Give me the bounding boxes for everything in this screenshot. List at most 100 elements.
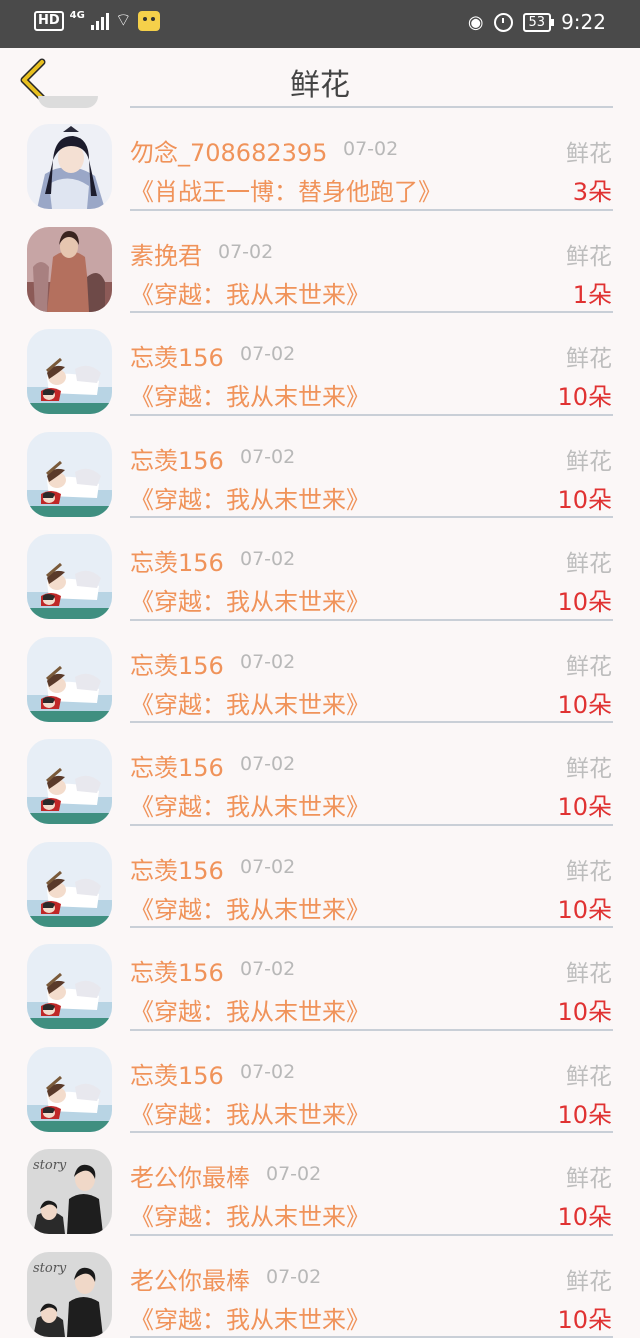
gift-type: 鲜花	[566, 1262, 612, 1296]
list-item-2[interactable]: 素挽君 07-02 鲜花 《穿越：我从末世来》 1朵	[0, 211, 640, 314]
date-label: 07-02	[240, 958, 295, 980]
avatar[interactable]	[27, 1047, 112, 1132]
date-label: 07-02	[240, 856, 295, 878]
battery-level: 53	[529, 15, 546, 30]
signal-icon	[91, 12, 109, 30]
gift-type: 鲜花	[566, 134, 612, 168]
status-bar: HD 4G ⌔ ◉ 53 9:22	[0, 0, 640, 48]
list-item-4[interactable]: 忘羡156 07-02 鲜花 《穿越：我从末世来》 10朵	[0, 416, 640, 519]
wifi-icon: ⌔	[115, 12, 132, 30]
flower-count: 10朵	[557, 1300, 612, 1335]
avatar[interactable]	[27, 944, 112, 1029]
flower-count: 1朵	[573, 275, 612, 310]
status-left: HD 4G ⌔	[34, 11, 160, 31]
gift-type: 鲜花	[566, 442, 612, 476]
book-title[interactable]: 《穿越：我从末世来》	[130, 1095, 370, 1130]
flower-count: 10朵	[557, 1197, 612, 1232]
user-name[interactable]: 老公你最棒	[130, 1261, 250, 1296]
list-item-10[interactable]: 忘羡156 07-02 鲜花 《穿越：我从末世来》 10朵	[0, 1031, 640, 1134]
date-label: 07-02	[240, 753, 295, 775]
gift-type: 鲜花	[566, 544, 612, 578]
flower-count: 10朵	[557, 1095, 612, 1130]
book-title[interactable]: 《肖战王一博：替身他跑了》	[130, 172, 442, 207]
list-item-12[interactable]: story 老公你最棒 07-02 鲜花 《穿越：我从末世来》 10朵	[0, 1236, 640, 1338]
hd-badge: HD	[34, 11, 64, 31]
flower-count: 10朵	[557, 787, 612, 822]
avatar[interactable]	[27, 739, 112, 824]
book-title[interactable]: 《穿越：我从末世来》	[130, 685, 370, 720]
book-title[interactable]: 《穿越：我从末世来》	[130, 480, 370, 515]
book-title[interactable]: 《穿越：我从末世来》	[130, 275, 370, 310]
battery-icon: 53	[523, 13, 552, 32]
user-name[interactable]: 忘羡156	[130, 646, 224, 681]
avatar[interactable]: story	[27, 1149, 112, 1234]
date-label: 07-02	[240, 446, 295, 468]
status-right: ◉ 53 9:22	[468, 10, 606, 34]
clock: 9:22	[561, 10, 606, 34]
eye-icon: ◉	[468, 12, 484, 33]
list-item-11[interactable]: story 老公你最棒 07-02 鲜花 《穿越：我从末世来》 10朵	[0, 1133, 640, 1236]
user-name[interactable]: 素挽君	[130, 236, 202, 271]
user-name[interactable]: 勿念_708682395	[130, 133, 327, 168]
network-type: 4G	[70, 10, 85, 21]
user-name[interactable]: 忘羡156	[130, 748, 224, 783]
user-name[interactable]: 忘羡156	[130, 1056, 224, 1091]
wechat-icon	[138, 11, 160, 31]
gift-type: 鲜花	[566, 647, 612, 681]
book-title[interactable]: 《穿越：我从末世来》	[130, 582, 370, 617]
flower-count: 10朵	[557, 377, 612, 412]
flower-count: 10朵	[557, 890, 612, 925]
user-name[interactable]: 老公你最棒	[130, 1158, 250, 1193]
avatar[interactable]: story	[27, 1252, 112, 1337]
list-item-9[interactable]: 忘羡156 07-02 鲜花 《穿越：我从末世来》 10朵	[0, 928, 640, 1031]
gift-type: 鲜花	[566, 1057, 612, 1091]
user-name[interactable]: 忘羡156	[130, 953, 224, 988]
date-label: 07-02	[266, 1163, 321, 1185]
list-item-5[interactable]: 忘羡156 07-02 鲜花 《穿越：我从末世来》 10朵	[0, 518, 640, 621]
svg-text:story: story	[33, 1261, 67, 1276]
avatar[interactable]	[27, 227, 112, 312]
list-item-6[interactable]: 忘羡156 07-02 鲜花 《穿越：我从末世来》 10朵	[0, 621, 640, 724]
date-label: 07-02	[240, 651, 295, 673]
book-title[interactable]: 《穿越：我从末世来》	[130, 1197, 370, 1232]
date-label: 07-02	[240, 343, 295, 365]
avatar[interactable]	[27, 329, 112, 414]
flower-record-list: 勿念_708682395 07-02 鲜花 《肖战王一博：替身他跑了》 3朵 素…	[0, 108, 640, 1338]
date-label: 07-02	[218, 241, 273, 263]
list-item-8[interactable]: 忘羡156 07-02 鲜花 《穿越：我从末世来》 10朵	[0, 826, 640, 929]
avatar[interactable]	[27, 534, 112, 619]
list-item-1[interactable]: 勿念_708682395 07-02 鲜花 《肖战王一博：替身他跑了》 3朵	[0, 108, 640, 211]
gift-type: 鲜花	[566, 954, 612, 988]
list-item-7[interactable]: 忘羡156 07-02 鲜花 《穿越：我从末世来》 10朵	[0, 723, 640, 826]
book-title[interactable]: 《穿越：我从末世来》	[130, 787, 370, 822]
avatar[interactable]	[27, 124, 112, 209]
date-label: 07-02	[240, 1061, 295, 1083]
gift-type: 鲜花	[566, 1159, 612, 1193]
gift-type: 鲜花	[566, 237, 612, 271]
user-name[interactable]: 忘羡156	[130, 338, 224, 373]
avatar[interactable]	[27, 842, 112, 927]
avatar[interactable]	[27, 637, 112, 722]
flower-count: 10朵	[557, 480, 612, 515]
user-name[interactable]: 忘羡156	[130, 441, 224, 476]
gift-type: 鲜花	[566, 339, 612, 373]
alarm-icon	[494, 13, 513, 32]
avatar[interactable]	[27, 432, 112, 517]
date-label: 07-02	[240, 548, 295, 570]
date-label: 07-02	[343, 138, 398, 160]
book-title[interactable]: 《穿越：我从末世来》	[130, 992, 370, 1027]
book-title[interactable]: 《穿越：我从末世来》	[130, 377, 370, 412]
date-label: 07-02	[266, 1266, 321, 1288]
gift-type: 鲜花	[566, 749, 612, 783]
gift-type: 鲜花	[566, 852, 612, 886]
partial-avatar	[38, 96, 98, 108]
flower-count: 10朵	[557, 685, 612, 720]
user-name[interactable]: 忘羡156	[130, 543, 224, 578]
flower-count: 3朵	[573, 172, 612, 207]
user-name[interactable]: 忘羡156	[130, 851, 224, 886]
svg-text:story: story	[33, 1158, 67, 1173]
list-item-3[interactable]: 忘羡156 07-02 鲜花 《穿越：我从末世来》 10朵	[0, 313, 640, 416]
flower-count: 10朵	[557, 582, 612, 617]
book-title[interactable]: 《穿越：我从末世来》	[130, 890, 370, 925]
book-title[interactable]: 《穿越：我从末世来》	[130, 1300, 370, 1335]
